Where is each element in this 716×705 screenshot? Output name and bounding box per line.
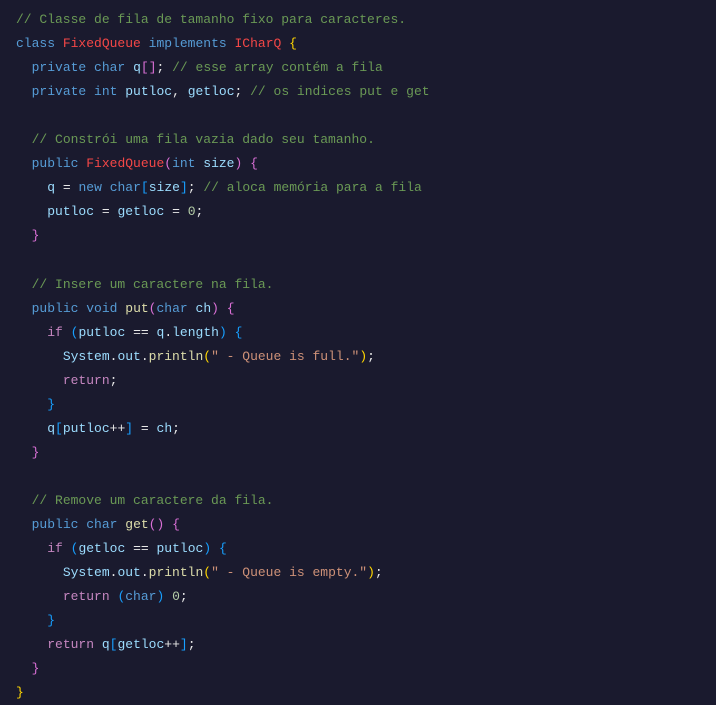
code-line [16,248,700,272]
code-line [16,104,700,128]
code-line: } [16,657,700,681]
code-line: System.out.println(" - Queue is full."); [16,345,700,369]
code-line: return (char) 0; [16,585,700,609]
code-line: } [16,224,700,248]
code-line: class FixedQueue implements ICharQ { [16,32,700,56]
code-editor[interactable]: // Classe de fila de tamanho fixo para c… [16,8,700,705]
code-line: // Remove um caractere da fila. [16,489,700,513]
code-line: private char q[]; // esse array contém a… [16,56,700,80]
code-line: putloc = getloc = 0; [16,200,700,224]
code-line: q[putloc++] = ch; [16,417,700,441]
code-line: return q[getloc++]; [16,633,700,657]
code-line: } [16,441,700,465]
code-line: public FixedQueue(int size) { [16,152,700,176]
code-line: public char get() { [16,513,700,537]
code-line: } [16,393,700,417]
comment: // Classe de fila de tamanho fixo para c… [16,12,406,27]
code-line [16,465,700,489]
code-line: System.out.println(" - Queue is empty.")… [16,561,700,585]
code-line: } [16,681,700,705]
code-line: } [16,609,700,633]
code-line: // Constrói uma fila vazia dado seu tama… [16,128,700,152]
code-line: public void put(char ch) { [16,297,700,321]
code-line: if (getloc == putloc) { [16,537,700,561]
code-line: private int putloc, getloc; // os indice… [16,80,700,104]
code-line: if (putloc == q.length) { [16,321,700,345]
code-line: // Classe de fila de tamanho fixo para c… [16,8,700,32]
code-line: q = new char[size]; // aloca memória par… [16,176,700,200]
code-line: // Insere um caractere na fila. [16,273,700,297]
code-line: return; [16,369,700,393]
